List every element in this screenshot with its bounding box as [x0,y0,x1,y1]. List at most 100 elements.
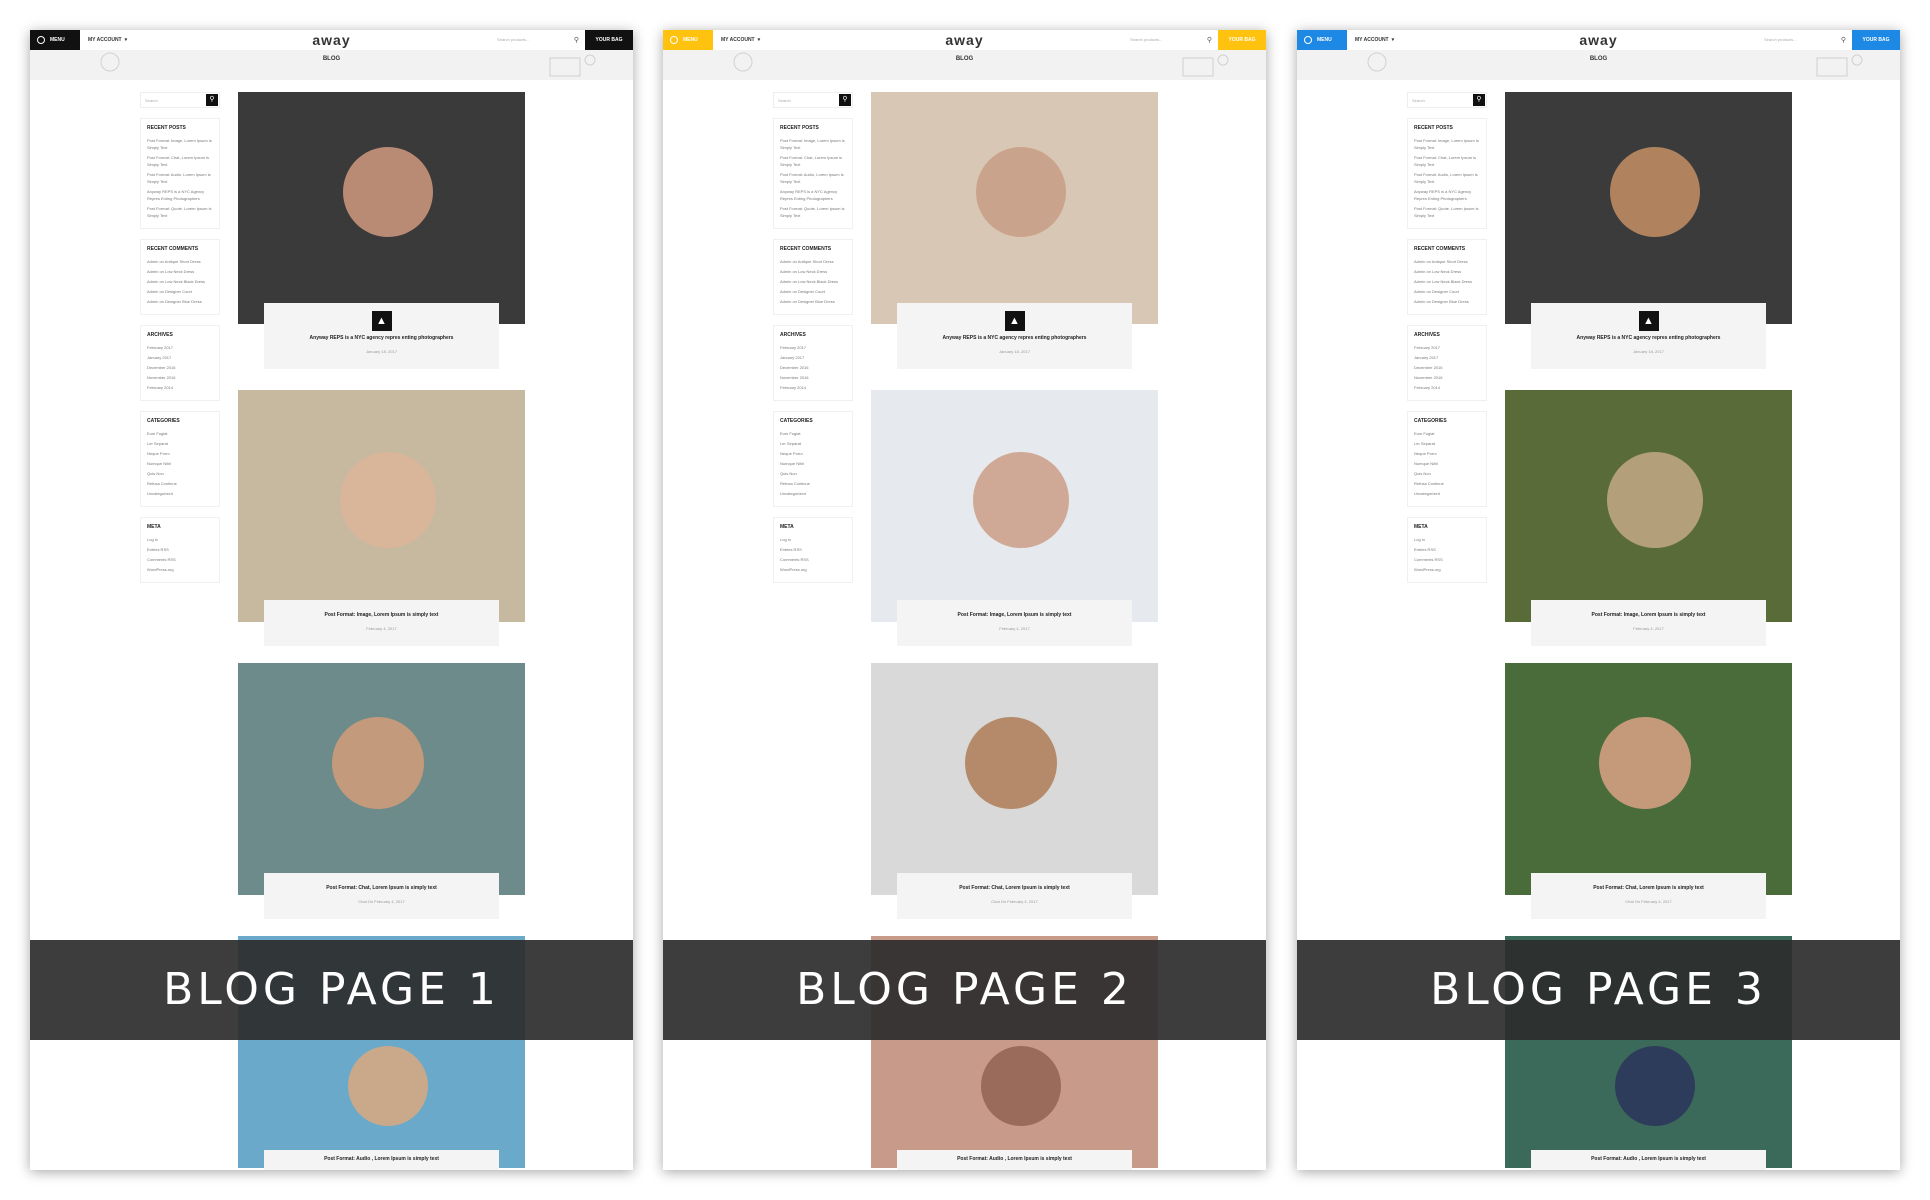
post-image-1[interactable] [871,92,1158,324]
sidebar-list-item[interactable]: WordPress.org [147,566,213,573]
sidebar-list-item[interactable]: Neque Porro [780,450,846,457]
sidebar-list-item[interactable]: December 2016 [1414,364,1480,371]
search-icon[interactable]: ⚲ [1841,35,1846,47]
sidebar-list-item[interactable]: Admin on Low Neck Black Dress [147,278,213,285]
sidebar-list-item[interactable]: Post Format: Audio, Lorem Ipsum is Simpl… [780,171,846,185]
sidebar-list-item[interactable]: Refusa Continue [1414,480,1480,487]
post-image-1[interactable] [1505,92,1792,324]
post-card-1[interactable]: ▲ Anyway REPS is a NYC agency repres ent… [264,303,499,369]
sidebar-list-item[interactable]: Uncategorized [780,490,846,497]
sidebar-list-item[interactable]: Admin on Designer Blue Dress [780,298,846,305]
sidebar-list-item[interactable]: Refusa Continue [780,480,846,487]
post-title[interactable]: Post Format: Chat, Lorem Ipsum is simply… [897,885,1132,891]
search-icon[interactable]: ⚲ [1207,35,1212,47]
post-image-3[interactable] [1505,663,1792,895]
your-bag-button[interactable]: YOUR BAG [585,30,633,50]
sidebar-list-item[interactable]: Admin on Designer Court [780,288,846,295]
post-title[interactable]: Post Format: Image, Lorem Ipsum is simpl… [897,612,1132,618]
sidebar-list-item[interactable]: Comments RSS [780,556,846,563]
post-title[interactable]: Anyway REPS is a NYC agency repres entin… [264,335,499,341]
post-card-3[interactable]: Post Format: Chat, Lorem Ipsum is simply… [264,873,499,919]
your-bag-button[interactable]: YOUR BAG [1852,30,1900,50]
sidebar-search-input[interactable]: Search ⚲ [140,92,220,108]
sidebar-list-item[interactable]: Admin on Low Neck Black Dress [1414,278,1480,285]
sidebar-list-item[interactable]: December 2016 [780,364,846,371]
sidebar-list-item[interactable]: Admin on Low Neck Dress [147,268,213,275]
sidebar-list-item[interactable]: Quis Non [780,470,846,477]
post-card-4[interactable]: Post Format: Audio , Lorem Ipsum is simp… [264,1150,499,1170]
sidebar-list-item[interactable]: Ler Separat [780,440,846,447]
sidebar-list-item[interactable]: February 2017 [780,344,846,351]
sidebar-list-item[interactable]: January 2017 [1414,354,1480,361]
sidebar-list-item[interactable]: Post Format: Quote, Lorem Ipsum is Simpl… [780,205,846,219]
post-card-4[interactable]: Post Format: Audio , Lorem Ipsum is simp… [897,1150,1132,1170]
sidebar-list-item[interactable]: Log in [780,536,846,543]
sidebar-list-item[interactable]: Quis Non [1414,470,1480,477]
post-card-4[interactable]: Post Format: Audio , Lorem Ipsum is simp… [1531,1150,1766,1170]
sidebar-list-item[interactable]: Admin on Low Neck Dress [1414,268,1480,275]
post-title[interactable]: Post Format: Audio , Lorem Ipsum is simp… [1531,1156,1766,1162]
sidebar-list-item[interactable]: Admin on Designer Court [1414,288,1480,295]
sidebar-list-item[interactable]: Post Format: Audio, Lorem Ipsum is Simpl… [147,171,213,185]
post-card-1[interactable]: ▲ Anyway REPS is a NYC agency repres ent… [897,303,1132,369]
your-bag-button[interactable]: YOUR BAG [1218,30,1266,50]
post-image-1[interactable] [238,92,525,324]
sidebar-list-item[interactable]: Post Format: Image, Lorem Ipsum is Simpl… [147,137,213,151]
sidebar-list-item[interactable]: December 2016 [147,364,213,371]
product-search-input[interactable]: Search products... ⚲ [1760,34,1848,46]
product-search-input[interactable]: Search products... ⚲ [1126,34,1214,46]
sidebar-list-item[interactable]: Admin on Antique Short Dress [1414,258,1480,265]
sidebar-list-item[interactable]: Refusa Continue [147,480,213,487]
sidebar-list-item[interactable]: Numque Nihil [147,460,213,467]
sidebar-list-item[interactable]: Neque Porro [147,450,213,457]
sidebar-list-item[interactable]: Entries RSS [780,546,846,553]
sidebar-list-item[interactable]: February 2014 [147,384,213,391]
sidebar-list-item[interactable]: Quis Non [147,470,213,477]
sidebar-list-item[interactable]: January 2017 [147,354,213,361]
post-title[interactable]: Post Format: Image, Lorem Ipsum is simpl… [264,612,499,618]
sidebar-list-item[interactable]: Log in [1414,536,1480,543]
sidebar-list-item[interactable]: Anyway REPS is a NYC Agency Repres Entin… [1414,188,1480,202]
sidebar-list-item[interactable]: February 2014 [1414,384,1480,391]
sidebar-list-item[interactable]: Comments RSS [147,556,213,563]
sidebar-list-item[interactable]: Comments RSS [1414,556,1480,563]
sidebar-list-item[interactable]: Admin on Low Neck Black Dress [780,278,846,285]
sidebar-list-item[interactable]: November 2016 [780,374,846,381]
sidebar-list-item[interactable]: Post Format: Chat, Lorem Ipsum is Simply… [147,154,213,168]
sidebar-list-item[interactable]: Eum Fugiat [147,430,213,437]
sidebar-list-item[interactable]: WordPress.org [1414,566,1480,573]
search-icon[interactable]: ⚲ [1473,94,1485,106]
sidebar-list-item[interactable]: WordPress.org [780,566,846,573]
sidebar-list-item[interactable]: Post Format: Chat, Lorem Ipsum is Simply… [1414,154,1480,168]
sidebar-list-item[interactable]: Admin on Designer Blue Dress [147,298,213,305]
post-title[interactable]: Post Format: Chat, Lorem Ipsum is simply… [264,885,499,891]
sidebar-list-item[interactable]: February 2017 [147,344,213,351]
sidebar-list-item[interactable]: Post Format: Image, Lorem Ipsum is Simpl… [780,137,846,151]
post-card-2[interactable]: Post Format: Image, Lorem Ipsum is simpl… [1531,600,1766,646]
post-title[interactable]: Post Format: Audio , Lorem Ipsum is simp… [264,1156,499,1162]
sidebar-list-item[interactable]: Numque Nihil [1414,460,1480,467]
post-image-3[interactable] [238,663,525,895]
post-card-2[interactable]: Post Format: Image, Lorem Ipsum is simpl… [264,600,499,646]
sidebar-list-item[interactable]: Ler Separat [147,440,213,447]
sidebar-list-item[interactable]: Uncategorized [147,490,213,497]
post-image-2[interactable] [1505,390,1792,622]
post-image-2[interactable] [238,390,525,622]
sidebar-list-item[interactable]: November 2016 [147,374,213,381]
search-icon[interactable]: ⚲ [574,35,579,47]
sidebar-list-item[interactable]: Uncategorized [1414,490,1480,497]
sidebar-list-item[interactable]: Anyway REPS is a NYC Agency Repres Entin… [147,188,213,202]
sidebar-list-item[interactable]: Admin on Low Neck Dress [780,268,846,275]
post-card-3[interactable]: Post Format: Chat, Lorem Ipsum is simply… [897,873,1132,919]
sidebar-list-item[interactable]: Eum Fugiat [1414,430,1480,437]
post-title[interactable]: Anyway REPS is a NYC agency repres entin… [897,335,1132,341]
sidebar-list-item[interactable]: Neque Porro [1414,450,1480,457]
post-image-3[interactable] [871,663,1158,895]
sidebar-list-item[interactable]: November 2016 [1414,374,1480,381]
sidebar-list-item[interactable]: Post Format: Quote, Lorem Ipsum is Simpl… [1414,205,1480,219]
post-card-3[interactable]: Post Format: Chat, Lorem Ipsum is simply… [1531,873,1766,919]
sidebar-list-item[interactable]: January 2017 [780,354,846,361]
search-icon[interactable]: ⚲ [839,94,851,106]
sidebar-list-item[interactable]: Anyway REPS is a NYC Agency Repres Entin… [780,188,846,202]
product-search-input[interactable]: Search products... ⚲ [493,34,581,46]
